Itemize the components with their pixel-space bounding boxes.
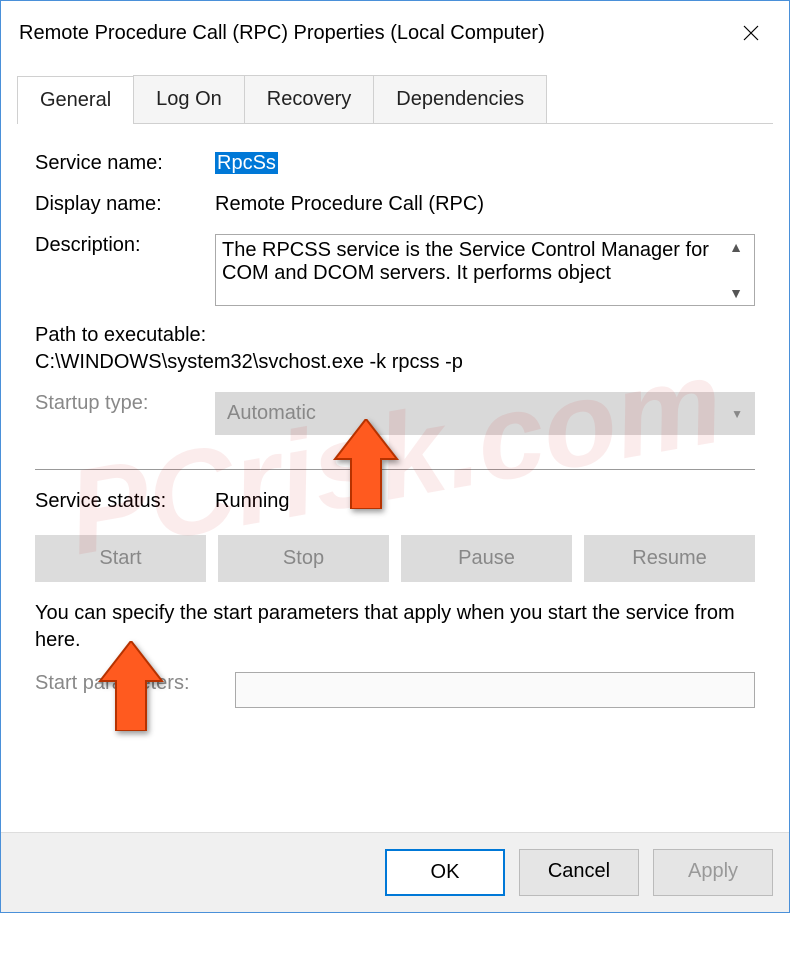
start-button: Start [35, 535, 206, 582]
service-control-buttons: Start Stop Pause Resume [17, 535, 773, 582]
titlebar: Remote Procedure Call (RPC) Properties (… [1, 1, 789, 65]
label-display-name: Display name: [35, 193, 215, 216]
description-text: The RPCSS service is the Service Control… [222, 239, 724, 301]
label-service-name: Service name: [35, 152, 215, 175]
cancel-button[interactable]: Cancel [519, 849, 639, 896]
label-startup-type: Startup type: [35, 392, 215, 415]
apply-button: Apply [653, 849, 773, 896]
value-service-name: RpcSs [215, 152, 755, 175]
value-display-name: Remote Procedure Call (RPC) [215, 193, 755, 216]
startup-type-dropdown: Automatic ▼ [215, 392, 755, 435]
pause-button: Pause [401, 535, 572, 582]
value-service-status: Running [215, 490, 755, 513]
divider [35, 469, 755, 470]
label-service-status: Service status: [35, 490, 215, 513]
value-path: C:\WINDOWS\system32\svchost.exe -k rpcss… [35, 351, 755, 374]
description-scrollbar: ▲ ▼ [724, 239, 748, 301]
stop-button: Stop [218, 535, 389, 582]
tab-logon[interactable]: Log On [133, 75, 245, 123]
scroll-up-icon[interactable]: ▲ [729, 239, 743, 255]
dialog-buttons: OK Cancel Apply [1, 832, 789, 912]
tab-dependencies[interactable]: Dependencies [373, 75, 547, 123]
ok-button[interactable]: OK [385, 849, 505, 896]
start-params-hint: You can specify the start parameters tha… [17, 582, 773, 654]
service-name-text: RpcSs [215, 152, 278, 174]
label-description: Description: [35, 234, 215, 257]
scroll-down-icon[interactable]: ▼ [729, 285, 743, 301]
start-params-input [235, 672, 755, 708]
tab-strip: General Log On Recovery Dependencies [17, 75, 773, 124]
resume-button: Resume [584, 535, 755, 582]
close-icon [743, 25, 759, 41]
startup-type-value: Automatic [227, 402, 316, 425]
form-area: Service name: RpcSs Display name: Remote… [17, 124, 773, 461]
tab-general[interactable]: General [17, 76, 134, 124]
tab-recovery[interactable]: Recovery [244, 75, 374, 123]
window-title: Remote Procedure Call (RPC) Properties (… [19, 22, 545, 45]
properties-dialog: Remote Procedure Call (RPC) Properties (… [0, 0, 790, 913]
chevron-down-icon: ▼ [731, 407, 743, 421]
label-start-params: Start parameters: [35, 672, 235, 695]
close-button[interactable] [731, 13, 771, 53]
description-box: The RPCSS service is the Service Control… [215, 234, 755, 306]
label-path: Path to executable: [35, 324, 755, 347]
